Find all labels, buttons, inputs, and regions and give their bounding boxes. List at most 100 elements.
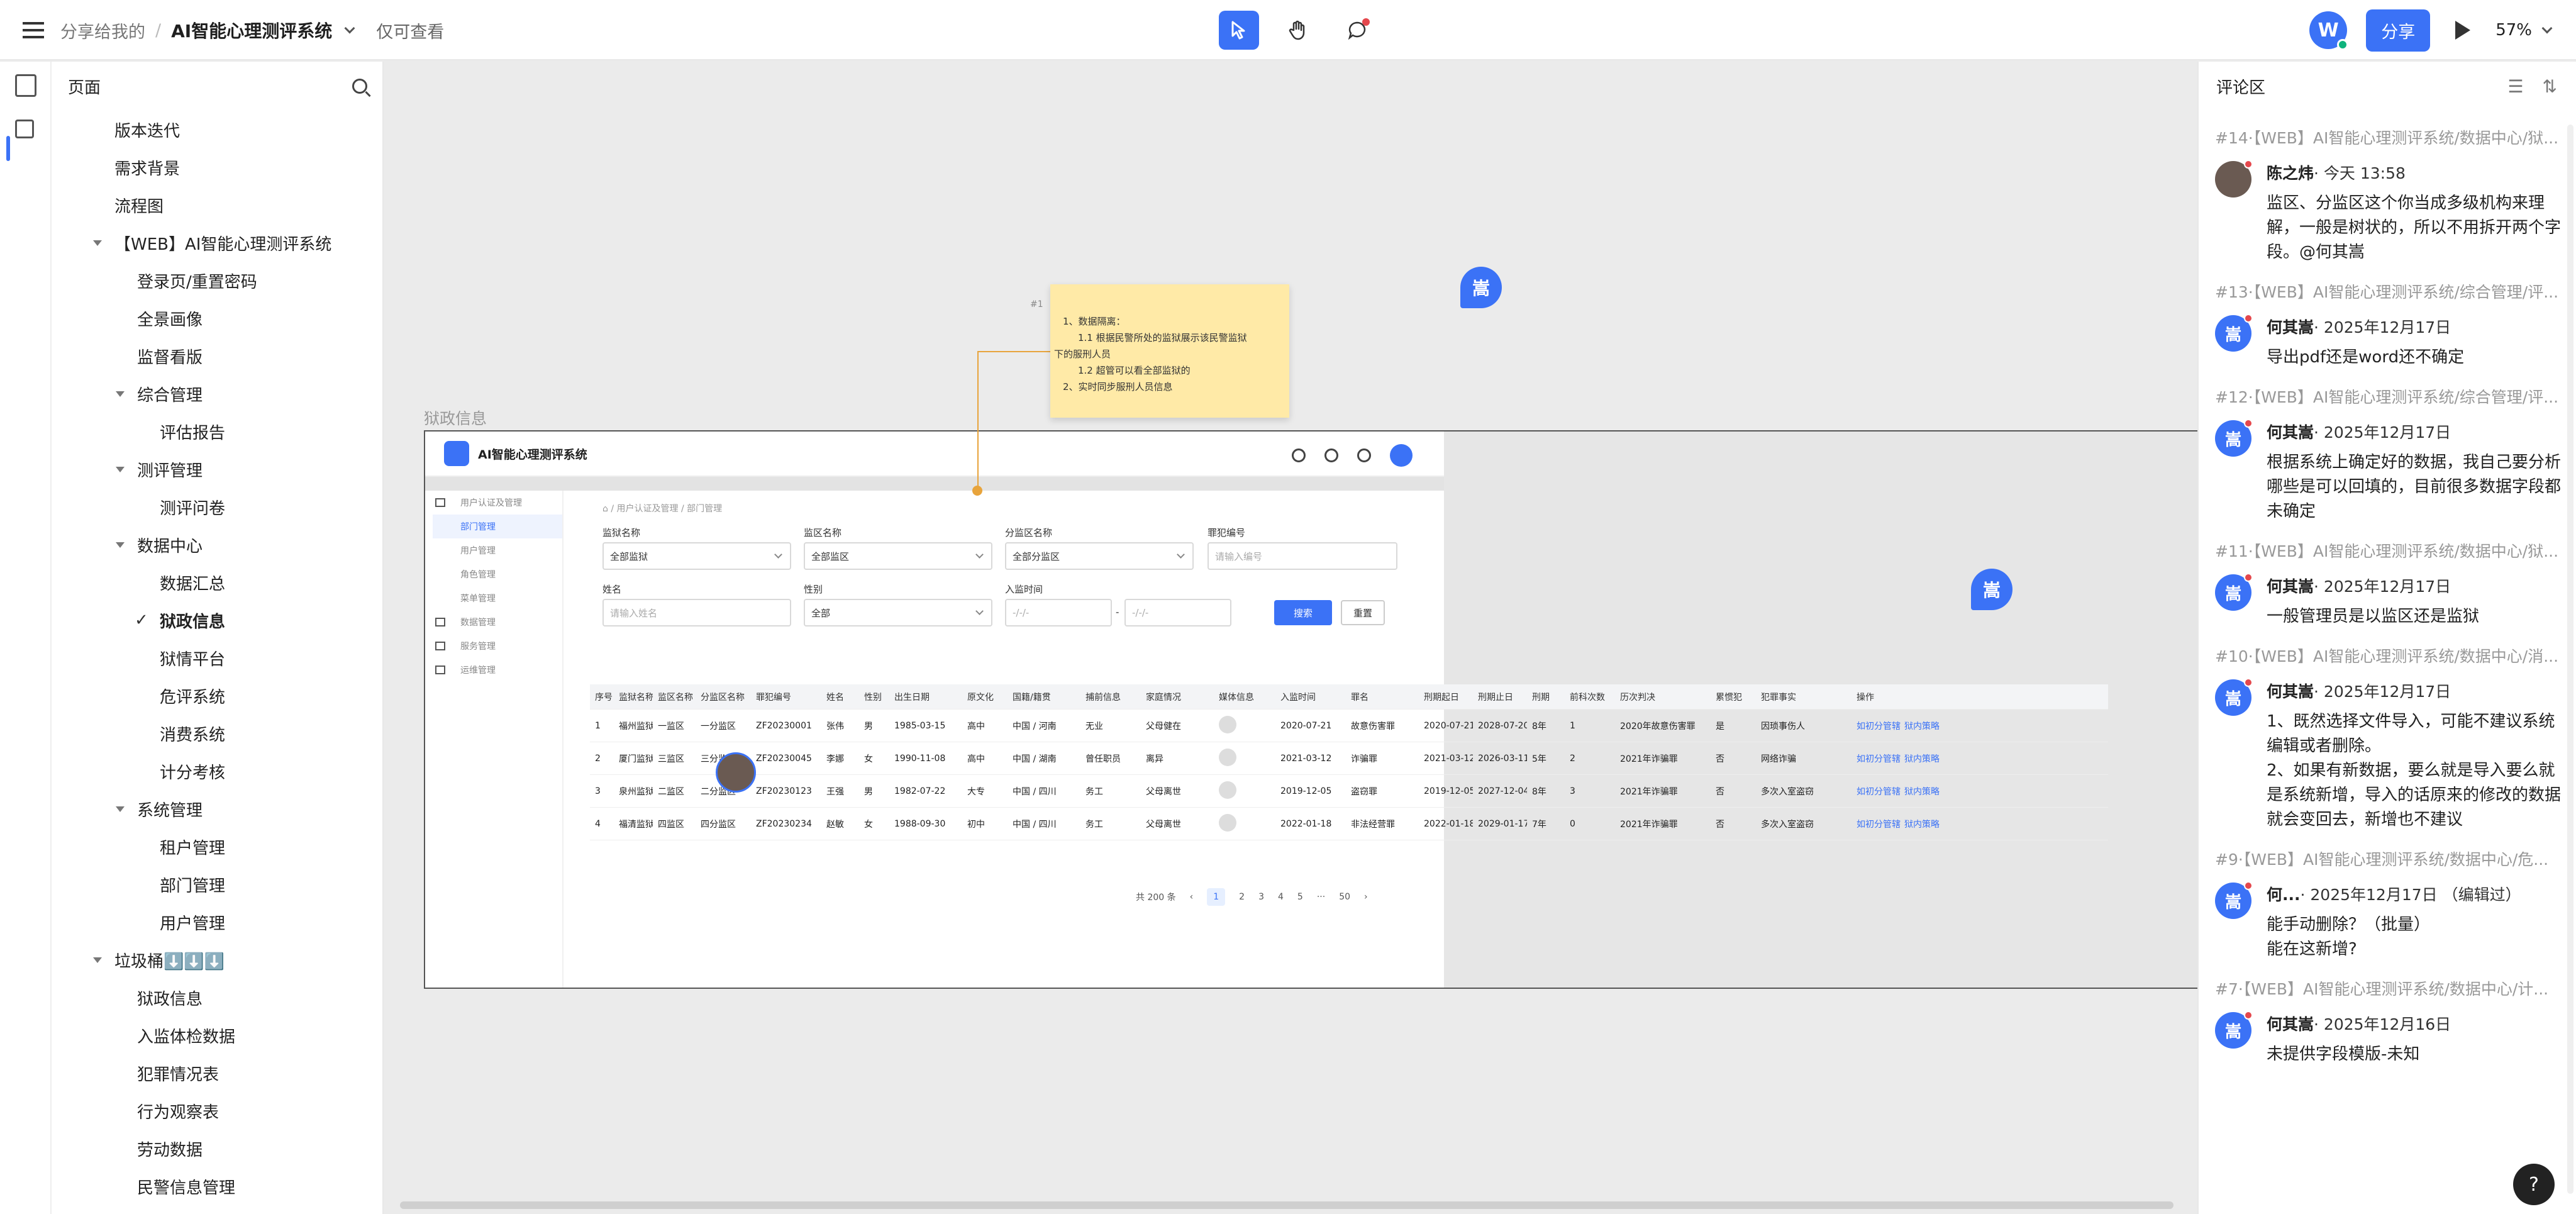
media-thumbnail-icon	[1219, 781, 1236, 799]
page-tree-item[interactable]: 测评管理	[52, 450, 382, 488]
comments-panel: 评论区 ☰ ⇅ #14·【WEB】AI智能心理测评系统/数据中心/狱... 陈之炜…	[2197, 62, 2576, 1214]
comments-scrollbar[interactable]	[2567, 125, 2573, 1194]
thread-title[interactable]: #13·【WEB】AI智能心理测评系统/综合管理/评...	[2215, 281, 2562, 304]
comment-thread[interactable]: #11·【WEB】AI智能心理测评系统/数据中心/狱... 嵩何其嵩· 2025年…	[2215, 540, 2562, 629]
page-tree-item[interactable]: 部门管理	[52, 866, 382, 903]
page-tree-item[interactable]: 危评系统	[52, 677, 382, 715]
page-tree-item[interactable]: 入监体检数据	[52, 1016, 382, 1054]
menu-icon[interactable]	[23, 22, 44, 38]
mock-reset-button: 重置	[1341, 600, 1385, 625]
page-tree-item[interactable]: 犯罪情况表	[52, 1054, 382, 1092]
page-tree-label: 系统管理	[137, 801, 203, 820]
layers-icon[interactable]	[15, 120, 34, 138]
comment: 嵩何其嵩· 2025年12月17日 一般管理员是以监区还是监狱	[2215, 573, 2562, 629]
comment-thread[interactable]: #12·【WEB】AI智能心理测评系统/综合管理/评... 嵩何其嵩· 2025年…	[2215, 386, 2562, 524]
thread-title[interactable]: #10·【WEB】AI智能心理测评系统/数据中心/消...	[2215, 645, 2562, 668]
pages-icon[interactable]	[15, 74, 36, 97]
caret-down-icon[interactable]	[116, 391, 125, 397]
page-tree-label: 测评问卷	[160, 499, 226, 518]
table-cell: 诈骗罪	[1351, 754, 1377, 764]
comment-thread[interactable]: #14·【WEB】AI智能心理测评系统/数据中心/狱... 陈之炜· 今天 13:…	[2215, 127, 2562, 265]
thread-title[interactable]: #14·【WEB】AI智能心理测评系统/数据中心/狱...	[2215, 127, 2562, 150]
page-tree-item[interactable]: ✓ 狱政信息	[52, 601, 382, 639]
page-tree-item[interactable]: 行为观察表	[52, 1092, 382, 1130]
page-tree-item[interactable]: 狱情平台	[52, 639, 382, 677]
caret-down-icon[interactable]	[116, 542, 125, 548]
page-tree-item[interactable]: 计分考核	[52, 752, 382, 790]
table-header-cell: 历次判决	[1620, 692, 1655, 703]
comment-thread[interactable]: #9·【WEB】AI智能心理测评系统/数据中心/危... 嵩何...· 2025年…	[2215, 849, 2562, 962]
table-row: 3 泉州监狱 二监区 二分监区 ZF20230123 王强男 1982-07-22 大专 中国 …	[590, 775, 2108, 808]
thread-title[interactable]: #9·【WEB】AI智能心理测评系统/数据中心/危...	[2215, 849, 2562, 871]
caret-down-icon[interactable]	[116, 467, 125, 472]
unread-dot	[2244, 419, 2253, 428]
page-tree-item[interactable]: 数据中心	[52, 526, 382, 564]
page-tree-item[interactable]: 系统管理	[52, 790, 382, 828]
page-tree-item[interactable]: 流程图	[52, 186, 382, 224]
share-button[interactable]: 分享	[2366, 9, 2431, 52]
page-tree-label: 危评系统	[160, 688, 226, 707]
frame-label[interactable]: 狱政信息	[424, 406, 487, 429]
thread-title[interactable]: #7·【WEB】AI智能心理测评系统/数据中心/计...	[2215, 978, 2562, 1001]
comment: 嵩何其嵩· 2025年12月17日 1、既然选择文件导入，可能不建议系统编辑或者删…	[2215, 678, 2562, 832]
comment-thread[interactable]: #10·【WEB】AI智能心理测评系统/数据中心/消... 嵩何其嵩· 2025年…	[2215, 645, 2562, 832]
list-icon[interactable]: ☰	[2507, 76, 2523, 97]
page-tree-item[interactable]: 监督看版	[52, 337, 382, 375]
page-tree-item[interactable]: 综合管理	[52, 375, 382, 413]
mock-search-label: 搜索	[1293, 607, 1313, 619]
caret-down-icon[interactable]	[116, 806, 125, 812]
page-tree-item[interactable]: 数据汇总	[52, 564, 382, 601]
page-tree-item[interactable]: 劳动数据	[52, 1130, 382, 1167]
search-icon[interactable]	[352, 79, 367, 94]
table-cell: 男	[864, 786, 873, 797]
design-canvas[interactable]: 狱政信息 AI智能心理测评系统 用户认证及管理 部门管理 用户管理 角色管理 菜单管理数…	[385, 62, 2197, 1214]
page-tree-item[interactable]: 登录页/重置密码	[52, 262, 382, 299]
caret-down-icon[interactable]	[93, 240, 102, 246]
comment-thread[interactable]: #13·【WEB】AI智能心理测评系统/综合管理/评... 嵩何其嵩· 2025年…	[2215, 281, 2562, 370]
zoom-control[interactable]: 57%	[2496, 21, 2553, 40]
page-tree-label: 数据汇总	[160, 574, 226, 594]
table-header-row: 序号 监狱名称 监区名称 分监区名称 罪犯编号 姓名 性别 出生日期 原文化 国籍/籍贯 捕前信息 家…	[590, 684, 2108, 710]
comment-tool-button[interactable]	[1337, 11, 1377, 50]
design-frame[interactable]: AI智能心理测评系统 用户认证及管理 部门管理 用户管理 角色管理 菜单管理 数据管理 服务…	[424, 430, 2197, 989]
comment: 嵩何...· 2025年12月17日 （编辑过） 能手动删除？（批量） 能在这新增…	[2215, 881, 2562, 962]
page-tree-item[interactable]: 租户管理	[52, 828, 382, 866]
table-action-link: 狱内策略	[1904, 754, 1940, 764]
sticky-line: 2、实时同步服刑人员信息	[1063, 381, 1173, 393]
horizontal-scrollbar[interactable]	[400, 1201, 2174, 1209]
sticky-note[interactable]: 1、数据隔离： 1.1 根据民警所处的监狱展示该民警监狱 下的服刑人员 1.2 超管可…	[1050, 284, 1289, 418]
page-tree-item[interactable]: 民警信息管理	[52, 1167, 382, 1205]
thread-title[interactable]: #11·【WEB】AI智能心理测评系统/数据中心/狱...	[2215, 540, 2562, 563]
commenter-avatar	[2215, 160, 2253, 198]
connector-anchor[interactable]	[972, 486, 982, 496]
comment-text: 导出pdf还是word还不确定	[2267, 348, 2465, 367]
thread-title[interactable]: #12·【WEB】AI智能心理测评系统/综合管理/评...	[2215, 386, 2562, 409]
filter-date-end: -/-/-	[1124, 599, 1231, 626]
hand-tool-button[interactable]	[1278, 11, 1318, 50]
page-tree-item[interactable]: 消费系统	[52, 715, 382, 752]
comment-author: 陈之炜	[2267, 164, 2314, 182]
chevron-down-icon[interactable]	[344, 23, 355, 34]
page-tree-item[interactable]: 全景画像	[52, 299, 382, 337]
breadcrumb-root[interactable]: 分享给我的	[60, 18, 145, 43]
help-button[interactable]: ?	[2513, 1164, 2555, 1205]
page-tree-item[interactable]: 狱政信息	[52, 979, 382, 1016]
page-tree-item[interactable]: 垃圾桶⬇️⬇️⬇️	[52, 941, 382, 979]
user-avatar[interactable]: W	[2309, 11, 2349, 50]
page-tree-item[interactable]: 评估报告	[52, 413, 382, 450]
caret-down-icon[interactable]	[93, 957, 102, 963]
page-tree-item[interactable]: 用户管理	[52, 903, 382, 941]
filter-icon[interactable]: ⇅	[2543, 76, 2557, 97]
table-cell: 是	[1716, 721, 1724, 732]
page-tree-item[interactable]: 版本迭代	[52, 111, 382, 148]
present-play-icon[interactable]	[2455, 21, 2471, 40]
doc-title[interactable]: AI智能心理测评系统	[171, 18, 332, 43]
page-tree-item[interactable]: 需求背景	[52, 148, 382, 186]
canvas-toolbar	[1219, 11, 1377, 50]
page-tree-label: 综合管理	[137, 386, 203, 405]
page-tree-item[interactable]: 【WEB】AI智能心理测评系统	[52, 224, 382, 262]
comment-thread[interactable]: #7·【WEB】AI智能心理测评系统/数据中心/计... 嵩何其嵩· 2025年1…	[2215, 978, 2562, 1067]
page-tree-item[interactable]: 测评问卷	[52, 488, 382, 526]
comment-text: 能手动删除？（批量） 能在这新增?	[2267, 915, 2431, 959]
select-tool-button[interactable]	[1219, 11, 1259, 50]
